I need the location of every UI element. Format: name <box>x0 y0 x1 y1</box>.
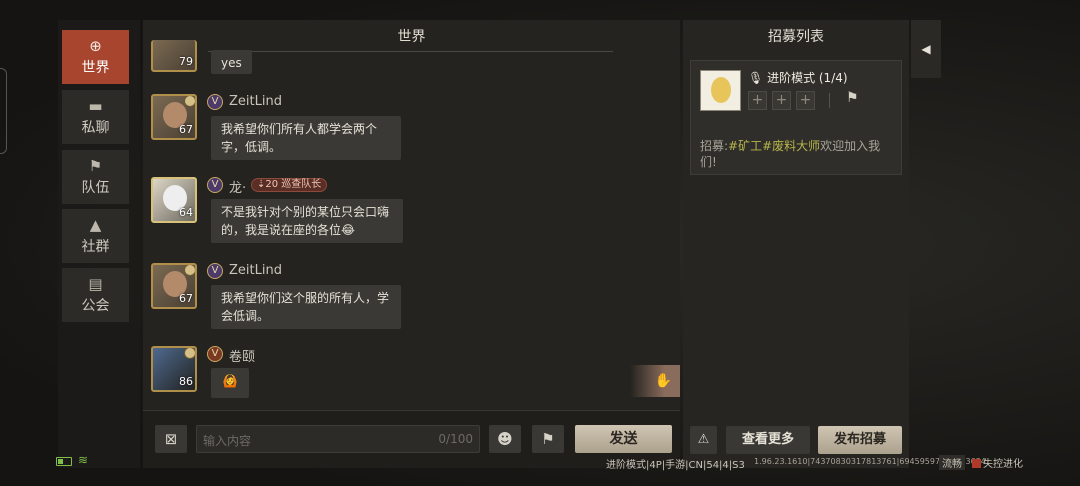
emoji-button[interactable]: ☻ <box>489 425 521 453</box>
mic-off-icon: ⊠ <box>164 430 178 448</box>
username[interactable]: ZeitLind <box>229 263 282 278</box>
view-more-button[interactable]: 查看更多 <box>726 426 810 454</box>
recruit-mode-label: 进阶模式 (1/4) <box>767 71 848 85</box>
chat-message: 79 yes <box>151 40 451 80</box>
empty-slot[interactable]: + <box>748 91 767 110</box>
recruit-title: 招募列表 <box>768 29 824 45</box>
message-bubble[interactable]: 🙆 <box>211 368 249 398</box>
game-screen: ⊕ 世界 ▬ 私聊 ⚑ 队伍 ▲ 社群 ▤ 公会 世界 79 yes 67 V … <box>0 0 1080 486</box>
recruit-card[interactable]: 🎙 进阶模式 (1/4) + + + ⚑ 招募:#矿工#废料大师欢迎加入我们! <box>690 60 902 175</box>
campfire-icon: ▲ <box>89 215 102 234</box>
voice-toggle-button[interactable]: ⊠ <box>155 425 187 453</box>
status-bar: ≋ 进阶模式|4P|手游|CN|54|4|S3 1.96.23.1610|743… <box>0 452 1080 472</box>
message-bubble[interactable]: yes <box>211 50 252 74</box>
desc-tags: #矿工#废料大师 <box>728 139 821 153</box>
nav-item-team[interactable]: ⚑ 队伍 <box>62 150 129 204</box>
vip-badge-icon: V <box>207 346 223 362</box>
username[interactable]: ZeitLind <box>229 94 282 109</box>
warning-icon: ⚠ <box>697 432 710 447</box>
input-placeholder: 输入内容 <box>203 434 252 448</box>
desc-prefix: 招募: <box>700 139 729 153</box>
nav-item-world[interactable]: ⊕ 世界 <box>62 30 129 84</box>
flag-icon: ⚑ <box>88 156 103 175</box>
nav-item-label: 社群 <box>81 238 110 255</box>
avatar[interactable]: 86 <box>151 346 197 392</box>
quick-action-button[interactable]: ✋ <box>630 365 680 397</box>
join-flag-icon[interactable]: ⚑ <box>846 90 859 106</box>
rank-crest-icon <box>184 348 195 359</box>
chat-message: 67 V ZeitLind 我希望你们这个服的所有人，学会低调。 <box>151 263 451 343</box>
avatar-level: 67 <box>179 123 193 136</box>
hand-icon: ✋ <box>654 373 672 389</box>
mic-icon: 🎙 <box>748 71 764 85</box>
report-button[interactable]: ⚠ <box>690 426 717 454</box>
network-quality: 流畅 <box>939 455 965 470</box>
avatar[interactable]: 79 <box>151 40 197 72</box>
message-bubble[interactable]: 不是我针对个别的某位只会口嗨的，我是说在座的各位😂 <box>211 199 403 243</box>
collapse-panel-button[interactable]: ◀ <box>911 20 941 78</box>
nav-item-community[interactable]: ▲ 社群 <box>62 209 129 263</box>
avatar-level: 64 <box>179 206 193 219</box>
avatar[interactable]: 67 <box>151 263 197 309</box>
battery-icon <box>56 457 72 466</box>
chick-icon <box>711 77 731 103</box>
message-bubble[interactable]: 我希望你们这个服的所有人，学会低调。 <box>211 285 401 329</box>
username[interactable]: 卷颐 <box>229 346 255 365</box>
recruit-mode: 🎙 进阶模式 (1/4) <box>748 69 848 86</box>
post-recruit-button[interactable]: 发布招募 <box>818 426 902 454</box>
rank-crest-icon <box>184 265 195 276</box>
nav-item-label: 队伍 <box>81 179 110 196</box>
avatar-level: 86 <box>179 375 193 388</box>
chat-message: 86 V 卷颐 🙆 <box>151 346 451 406</box>
guild-banner-icon: ▤ <box>88 274 103 293</box>
avatar[interactable]: 64 <box>151 177 197 223</box>
role-tag: ⇣20 巡查队长 <box>251 178 328 192</box>
globe-icon: ⊕ <box>89 36 102 55</box>
rank-crest-icon <box>184 96 195 107</box>
chat-message: 64 V 龙· ⇣20 巡查队长 不是我针对个别的某位只会口嗨的，我是说在座的各… <box>151 177 471 257</box>
side-edge-tab[interactable] <box>0 68 7 154</box>
avatar-level: 79 <box>179 55 193 68</box>
game-logo: 失控进化 <box>972 455 1023 470</box>
nav-item-label: 世界 <box>81 59 110 76</box>
message-bubble[interactable]: 我希望你们所有人都学会两个字，低调。 <box>211 116 401 160</box>
share-flag-button[interactable]: ⚑ <box>532 425 564 453</box>
chevron-left-icon: ◀ <box>921 42 931 56</box>
send-button[interactable]: 发送 <box>575 425 672 453</box>
nav-item-guild[interactable]: ▤ 公会 <box>62 268 129 322</box>
slot-divider <box>829 93 830 108</box>
nav-item-private[interactable]: ▬ 私聊 <box>62 90 129 144</box>
recruit-avatar <box>700 70 741 111</box>
vip-badge-icon: V <box>207 263 223 279</box>
logo-text: 失控进化 <box>983 459 1023 470</box>
smiley-icon: ☻ <box>497 430 513 448</box>
recruit-panel: 招募列表 🎙 进阶模式 (1/4) + + + ⚑ 招募:#矿工#废料大师欢迎加… <box>683 20 909 468</box>
chat-message: 67 V ZeitLind 我希望你们所有人都学会两个字，低调。 <box>151 94 451 174</box>
username[interactable]: 龙· <box>229 177 246 196</box>
nav-item-label: 私聊 <box>81 119 110 136</box>
wifi-icon: ≋ <box>78 453 89 467</box>
flag-share-icon: ⚑ <box>541 430 555 448</box>
char-counter: 0/100 <box>438 432 473 446</box>
empty-slot[interactable]: + <box>796 91 815 110</box>
recruit-description: 招募:#矿工#废料大师欢迎加入我们! <box>700 138 896 170</box>
chat-icon: ▬ <box>88 96 103 115</box>
logo-mark-icon <box>972 459 981 468</box>
avatar[interactable]: 67 <box>151 94 197 140</box>
nav-item-label: 公会 <box>81 297 110 314</box>
vip-badge-icon: V <box>207 94 223 110</box>
server-info: 进阶模式|4P|手游|CN|54|4|S3 <box>606 460 745 471</box>
avatar-level: 67 <box>179 292 193 305</box>
chat-input[interactable]: 输入内容 0/100 <box>196 425 480 453</box>
channel-nav: ⊕ 世界 ▬ 私聊 ⚑ 队伍 ▲ 社群 ▤ 公会 <box>58 20 140 468</box>
vip-badge-icon: V <box>207 177 223 193</box>
world-chat-panel: 世界 79 yes 67 V ZeitLind 我希望你们所有人都学会两个字，低… <box>143 20 680 468</box>
empty-slot[interactable]: + <box>772 91 791 110</box>
